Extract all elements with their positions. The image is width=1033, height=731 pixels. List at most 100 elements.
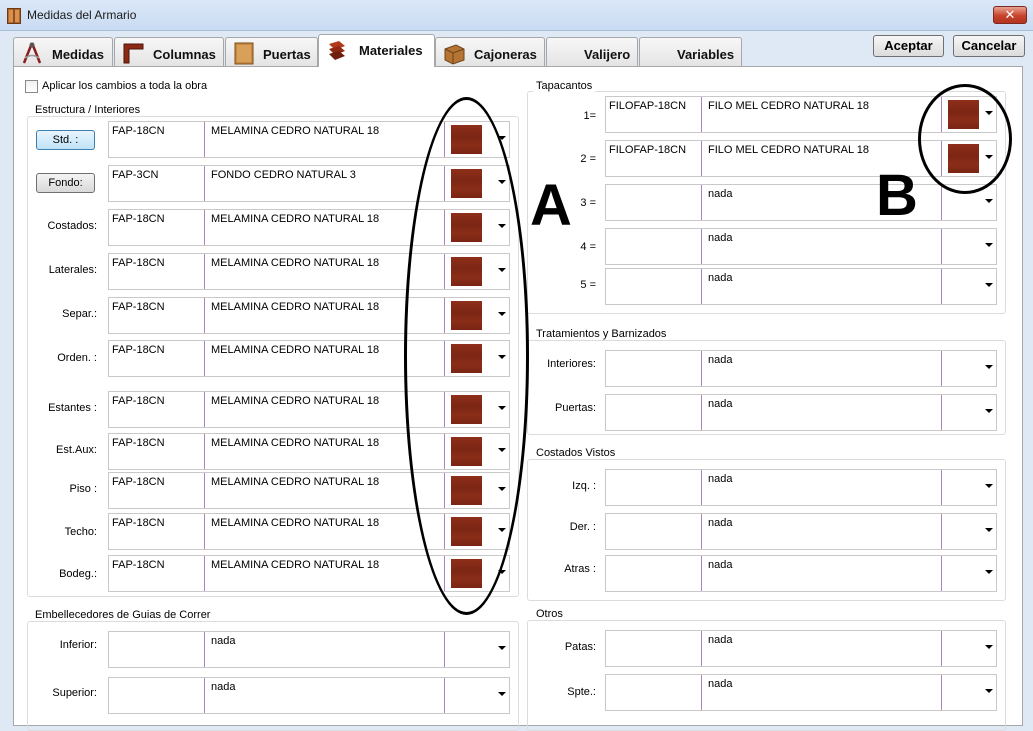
otros-title: Otros xyxy=(533,608,566,620)
column-separator xyxy=(701,185,702,220)
tab-puertas[interactable]: Puertas xyxy=(225,37,318,67)
tab-columnas[interactable]: Columnas xyxy=(114,37,224,67)
column-separator xyxy=(701,631,702,666)
material-code: FAP-18CN xyxy=(112,213,165,225)
material-code: FAP-18CN xyxy=(112,125,165,137)
tab-materiales[interactable]: Materiales xyxy=(318,34,435,67)
material-description: nada xyxy=(708,559,733,571)
window-title: Medidas del Armario xyxy=(27,8,137,22)
material-description: MELAMINA CEDRO NATURAL 18 xyxy=(211,395,380,407)
material-description: MELAMINA CEDRO NATURAL 18 xyxy=(211,301,380,313)
tratamiento-0-material-combo[interactable]: nada xyxy=(605,350,997,387)
costado-visto-0-material-combo[interactable]: nada xyxy=(605,469,997,506)
column-separator xyxy=(941,675,942,710)
chevron-down-icon[interactable] xyxy=(985,645,993,649)
column-separator xyxy=(204,392,205,427)
tab-variables[interactable]: Variables xyxy=(639,37,742,67)
column-separator xyxy=(941,395,942,430)
material-description: nada xyxy=(708,272,733,284)
column-separator xyxy=(701,675,702,710)
material-description: nada xyxy=(708,188,733,200)
annotation-ellipse-a xyxy=(404,97,529,615)
tab-cajoneras[interactable]: Cajoneras xyxy=(435,37,545,67)
tab-valijero[interactable]: Valijero xyxy=(546,37,638,67)
chevron-down-icon[interactable] xyxy=(985,570,993,574)
cancel-button[interactable]: Cancelar xyxy=(953,35,1025,57)
material-description: nada xyxy=(708,517,733,529)
material-description: MELAMINA CEDRO NATURAL 18 xyxy=(211,517,380,529)
wardrobe-icon xyxy=(7,8,21,24)
material-description: MELAMINA CEDRO NATURAL 18 xyxy=(211,213,380,225)
column-separator xyxy=(204,298,205,333)
tab-label: Materiales xyxy=(359,43,423,58)
material-code: FAP-18CN xyxy=(112,301,165,313)
tapacanto-3-material-combo[interactable]: nada xyxy=(605,228,997,265)
tab-label: Valijero xyxy=(584,47,631,62)
close-icon: ✕ xyxy=(1004,7,1016,22)
material-description: nada xyxy=(708,634,733,646)
material-code: FAP-3CN xyxy=(112,169,159,181)
material-description: FILO MEL CEDRO NATURAL 18 xyxy=(708,100,869,112)
atras-label: Atras : xyxy=(564,563,596,575)
apply-all-checkbox[interactable] xyxy=(25,80,38,93)
inferior-label: Inferior: xyxy=(59,639,97,651)
otros-1-material-combo[interactable]: nada xyxy=(605,674,997,711)
column-separator xyxy=(941,185,942,220)
door-icon xyxy=(234,42,254,65)
chevron-down-icon[interactable] xyxy=(985,365,993,369)
tapacanto-5-label: 5 = xyxy=(580,279,596,291)
otros-0-material-combo[interactable]: nada xyxy=(605,630,997,667)
drawer-icon xyxy=(444,44,465,65)
material-description: MELAMINA CEDRO NATURAL 18 xyxy=(211,344,380,356)
std-button[interactable]: Std. : xyxy=(36,130,95,150)
tapacantos-title: Tapacantos xyxy=(533,80,596,92)
column-separator xyxy=(701,351,702,386)
techo-label: Techo: xyxy=(64,526,97,538)
material-code: FAP-18CN xyxy=(112,437,165,449)
column-separator xyxy=(204,632,205,667)
costados-vistos-title: Costados Vistos xyxy=(533,447,619,459)
close-button[interactable]: ✕ xyxy=(993,6,1027,24)
costado-visto-1-material-combo[interactable]: nada xyxy=(605,513,997,550)
chevron-down-icon[interactable] xyxy=(498,646,506,650)
column-separator xyxy=(941,229,942,264)
chevron-down-icon[interactable] xyxy=(985,409,993,413)
costados-label: Costados: xyxy=(47,220,97,232)
material-code: FILOFAP-18CN xyxy=(609,100,687,112)
tapacanto-4-material-combo[interactable]: nada xyxy=(605,268,997,305)
column-separator xyxy=(701,269,702,304)
materials-icon xyxy=(329,41,345,60)
embellecedores-title: Embellecedores de Guias de Correr xyxy=(32,609,214,621)
tab-medidas[interactable]: Medidas xyxy=(13,37,113,67)
chevron-down-icon[interactable] xyxy=(985,243,993,247)
column-separator xyxy=(204,254,205,289)
fondo-button[interactable]: Fondo: xyxy=(36,173,95,193)
column-separator xyxy=(204,434,205,469)
embellecedor-1-material-combo[interactable]: nada xyxy=(108,677,510,714)
estantes-label: Estantes : xyxy=(48,402,97,414)
material-code: FAP-18CN xyxy=(112,559,165,571)
chevron-down-icon[interactable] xyxy=(985,528,993,532)
chevron-down-icon[interactable] xyxy=(985,199,993,203)
costado-visto-2-material-combo[interactable]: nada xyxy=(605,555,997,592)
tratamiento-1-material-combo[interactable]: nada xyxy=(605,394,997,431)
tapacanto-2-material-combo[interactable]: nada xyxy=(605,184,997,221)
column-separator xyxy=(701,97,702,132)
chevron-down-icon[interactable] xyxy=(985,484,993,488)
column-separator xyxy=(941,631,942,666)
tapacanto-3-label: 3 = xyxy=(580,197,596,209)
chevron-down-icon[interactable] xyxy=(985,283,993,287)
chevron-down-icon[interactable] xyxy=(985,689,993,693)
tab-label: Variables xyxy=(677,47,735,62)
accept-button[interactable]: Aceptar xyxy=(873,35,944,57)
embellecedor-0-material-combo[interactable]: nada xyxy=(108,631,510,668)
material-description: nada xyxy=(708,398,733,410)
tapacanto-1-label: 1= xyxy=(583,110,596,122)
material-description: MELAMINA CEDRO NATURAL 18 xyxy=(211,257,380,269)
column-separator xyxy=(701,229,702,264)
column-separator xyxy=(204,556,205,591)
chevron-down-icon[interactable] xyxy=(498,692,506,696)
annotation-ellipse-b xyxy=(918,84,1012,194)
orden-label: Orden. : xyxy=(57,352,97,364)
annotation-letter-a: A xyxy=(530,173,572,238)
